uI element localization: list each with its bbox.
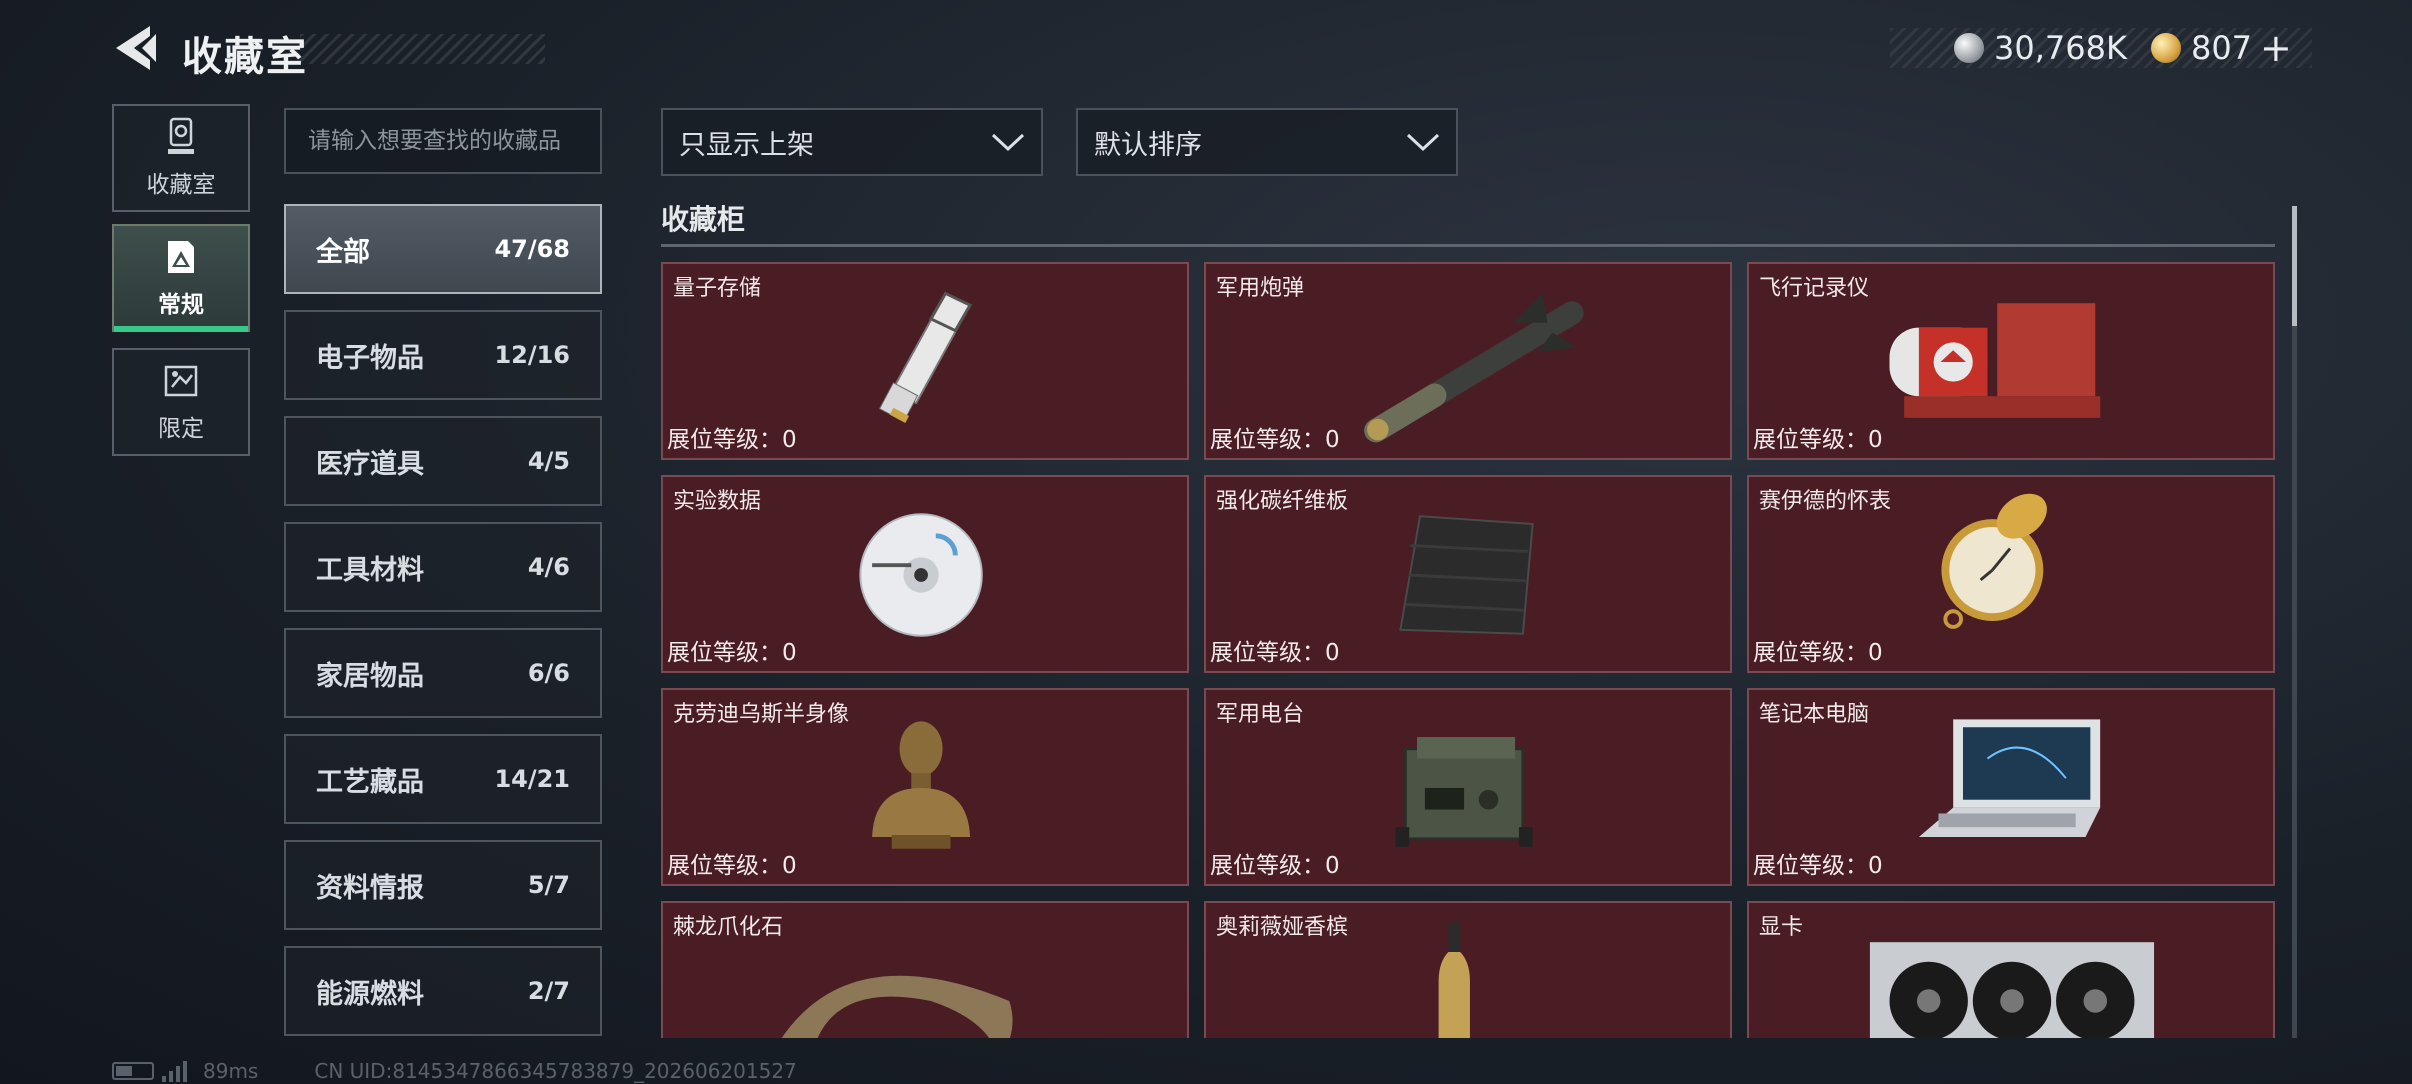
back-button[interactable] xyxy=(112,22,162,74)
collection-card[interactable]: 强化碳纤维板展位等级：0 xyxy=(1204,475,1732,673)
scrollbar-track[interactable] xyxy=(2292,206,2297,1038)
category-item[interactable]: 全部 47/68 xyxy=(284,204,602,294)
shelf-filter-value: 只显示上架 xyxy=(679,129,814,161)
item-name: 军用炮弹 xyxy=(1216,276,1305,301)
regular-collection-icon xyxy=(168,241,194,273)
status-footer: 89ms CN UID:8145347866345783879_20260620… xyxy=(112,1058,797,1084)
category-item[interactable]: 家居物品 6/6 xyxy=(284,628,602,718)
side-tab-label: 限定 xyxy=(158,416,204,442)
category-item[interactable]: 电子物品 12/16 xyxy=(284,310,602,400)
limited-collection-icon xyxy=(164,365,198,397)
silver-currency: 30,768K xyxy=(1954,29,2127,67)
collection-card[interactable]: 棘龙爪化石 xyxy=(661,901,1189,1038)
category-name: 家居物品 xyxy=(316,660,424,692)
collection-card[interactable]: 赛伊德的怀表展位等级：0 xyxy=(1747,475,2275,673)
category-count: 4/5 xyxy=(527,447,570,475)
search-box[interactable] xyxy=(284,108,602,174)
category-item[interactable]: 工艺藏品 14/21 xyxy=(284,734,602,824)
category-name: 全部 xyxy=(316,236,370,268)
collection-card[interactable]: 笔记本电脑展位等级：0 xyxy=(1747,688,2275,886)
item-name: 棘龙爪化石 xyxy=(673,915,784,940)
display-level: 展位等级：0 xyxy=(1210,853,1340,879)
category-item[interactable]: 医疗道具 4/5 xyxy=(284,416,602,506)
category-count: 14/21 xyxy=(494,765,570,793)
category-name: 工具材料 xyxy=(316,554,424,586)
gold-currency: 807 + xyxy=(2150,26,2292,70)
collection-card[interactable]: 军用炮弹展位等级：0 xyxy=(1204,262,1732,460)
silver-amount: 30,768K xyxy=(1994,29,2127,67)
category-count: 12/16 xyxy=(494,341,570,369)
chevron-down-icon xyxy=(991,133,1025,152)
collection-card[interactable]: 军用电台展位等级：0 xyxy=(1204,688,1732,886)
page-title: 收藏室 xyxy=(182,34,308,80)
category-name: 电子物品 xyxy=(316,342,424,374)
trophy-icon xyxy=(168,117,194,154)
display-level: 展位等级：0 xyxy=(1753,427,1883,453)
category-name: 资料情报 xyxy=(316,872,424,904)
item-name: 强化碳纤维板 xyxy=(1216,489,1349,514)
section-title: 收藏柜 xyxy=(661,203,746,236)
item-name: 显卡 xyxy=(1759,915,1804,940)
sort-value: 默认排序 xyxy=(1094,129,1202,161)
gold-amount: 807 xyxy=(2190,29,2253,67)
side-tab-regular[interactable]: 常规 xyxy=(112,224,250,332)
side-tab-label: 常规 xyxy=(158,292,204,318)
title-decoration xyxy=(300,34,545,64)
silver-coin-icon xyxy=(1954,33,1984,63)
category-name: 能源燃料 xyxy=(316,978,424,1010)
item-name: 笔记本电脑 xyxy=(1759,702,1870,727)
side-tab-collection-room[interactable]: 收藏室 xyxy=(112,104,250,212)
sort-dropdown[interactable]: 默认排序 xyxy=(1076,108,1458,176)
item-name: 军用电台 xyxy=(1216,702,1305,727)
display-level: 展位等级：0 xyxy=(667,853,797,879)
graphics-card-icon xyxy=(1869,942,2155,1038)
category-item[interactable]: 能源燃料 2/7 xyxy=(284,946,602,1036)
item-name: 克劳迪乌斯半身像 xyxy=(673,702,850,727)
back-arrow-icon xyxy=(116,26,156,70)
display-level: 展位等级：0 xyxy=(667,640,797,666)
ping-value: 89ms xyxy=(203,1059,259,1083)
collection-grid: 量子存储 展位等级：0 军用炮弹 展位等级：0 飞行记录仪 展位等级：0 实验数据 展位等级：… xyxy=(661,262,2275,1038)
display-level: 展位等级：0 xyxy=(1210,640,1340,666)
category-item[interactable]: 工具材料 4/6 xyxy=(284,522,602,612)
currency-bar: 30,768K 807 + xyxy=(1890,26,2312,70)
category-count: 2/7 xyxy=(527,977,570,1005)
display-level: 展位等级：0 xyxy=(1753,853,1883,879)
gold-coin-icon xyxy=(2150,33,2181,63)
collection-card[interactable]: 实验数据展位等级：0 xyxy=(661,475,1189,673)
item-name: 飞行记录仪 xyxy=(1759,276,1870,301)
shelf-filter-dropdown[interactable]: 只显示上架 xyxy=(661,108,1043,176)
display-level: 展位等级：0 xyxy=(1210,427,1340,453)
category-name: 医疗道具 xyxy=(316,448,424,480)
item-name: 实验数据 xyxy=(673,489,762,514)
side-tab-label: 收藏室 xyxy=(146,172,216,198)
item-name: 奥莉薇娅香槟 xyxy=(1216,915,1349,940)
uid-text: CN UID:8145347866345783879_202606201527 xyxy=(314,1059,797,1083)
category-count: 47/68 xyxy=(494,235,570,263)
signal-icon xyxy=(162,1060,187,1082)
collection-card[interactable]: 奥莉薇娅香槟 xyxy=(1204,901,1732,1038)
item-name: 赛伊德的怀表 xyxy=(1759,489,1892,514)
category-item[interactable]: 资料情报 5/7 xyxy=(284,840,602,930)
category-name: 工艺藏品 xyxy=(316,766,424,798)
collection-card[interactable]: 量子存储展位等级：0 xyxy=(661,262,1189,460)
search-input[interactable] xyxy=(286,110,600,172)
category-count: 4/6 xyxy=(527,553,570,581)
collection-card[interactable]: 飞行记录仪展位等级：0 xyxy=(1747,262,2275,460)
battery-icon xyxy=(112,1062,154,1080)
category-count: 6/6 xyxy=(527,659,570,687)
collection-card[interactable]: 显卡 xyxy=(1747,901,2275,1038)
collection-card[interactable]: 克劳迪乌斯半身像展位等级：0 xyxy=(661,688,1189,886)
chevron-down-icon xyxy=(1406,133,1440,152)
display-level: 展位等级：0 xyxy=(1753,640,1883,666)
side-tab-limited[interactable]: 限定 xyxy=(112,348,250,456)
scrollbar-thumb[interactable] xyxy=(2292,206,2297,326)
item-name: 量子存储 xyxy=(673,276,762,301)
display-level: 展位等级：0 xyxy=(667,427,797,453)
category-count: 5/7 xyxy=(527,871,570,899)
add-currency-button[interactable]: + xyxy=(2260,26,2292,70)
section-divider xyxy=(661,244,2275,247)
